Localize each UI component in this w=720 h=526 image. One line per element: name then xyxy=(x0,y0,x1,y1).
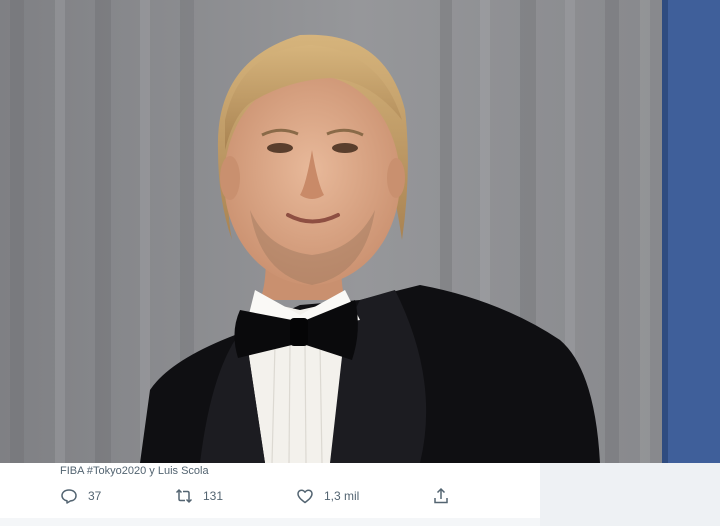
reply-icon xyxy=(60,487,78,505)
like-count: 1,3 mil xyxy=(324,489,360,503)
share-button[interactable] xyxy=(432,487,450,505)
tweet-photo[interactable] xyxy=(0,0,720,463)
like-button[interactable]: 1,3 mil xyxy=(296,487,359,505)
image-caption: FIBA #Tokyo2020 y Luis Scola xyxy=(60,465,209,477)
share-icon xyxy=(432,487,450,505)
reply-button[interactable]: 37 xyxy=(60,487,101,505)
bottom-divider xyxy=(0,518,540,526)
retweet-count: 131 xyxy=(203,489,224,503)
heart-icon xyxy=(296,487,314,505)
tweet-actions-bar: 37 131 1,3 mil xyxy=(60,487,460,505)
reply-count: 37 xyxy=(88,489,102,503)
tweet-footer: FIBA #Tokyo2020 y Luis Scola 37 131 1,3 … xyxy=(0,463,540,526)
retweet-button[interactable]: 131 xyxy=(175,487,223,505)
photo-illustration xyxy=(0,0,720,463)
right-background xyxy=(540,463,720,526)
retweet-icon xyxy=(175,487,193,505)
